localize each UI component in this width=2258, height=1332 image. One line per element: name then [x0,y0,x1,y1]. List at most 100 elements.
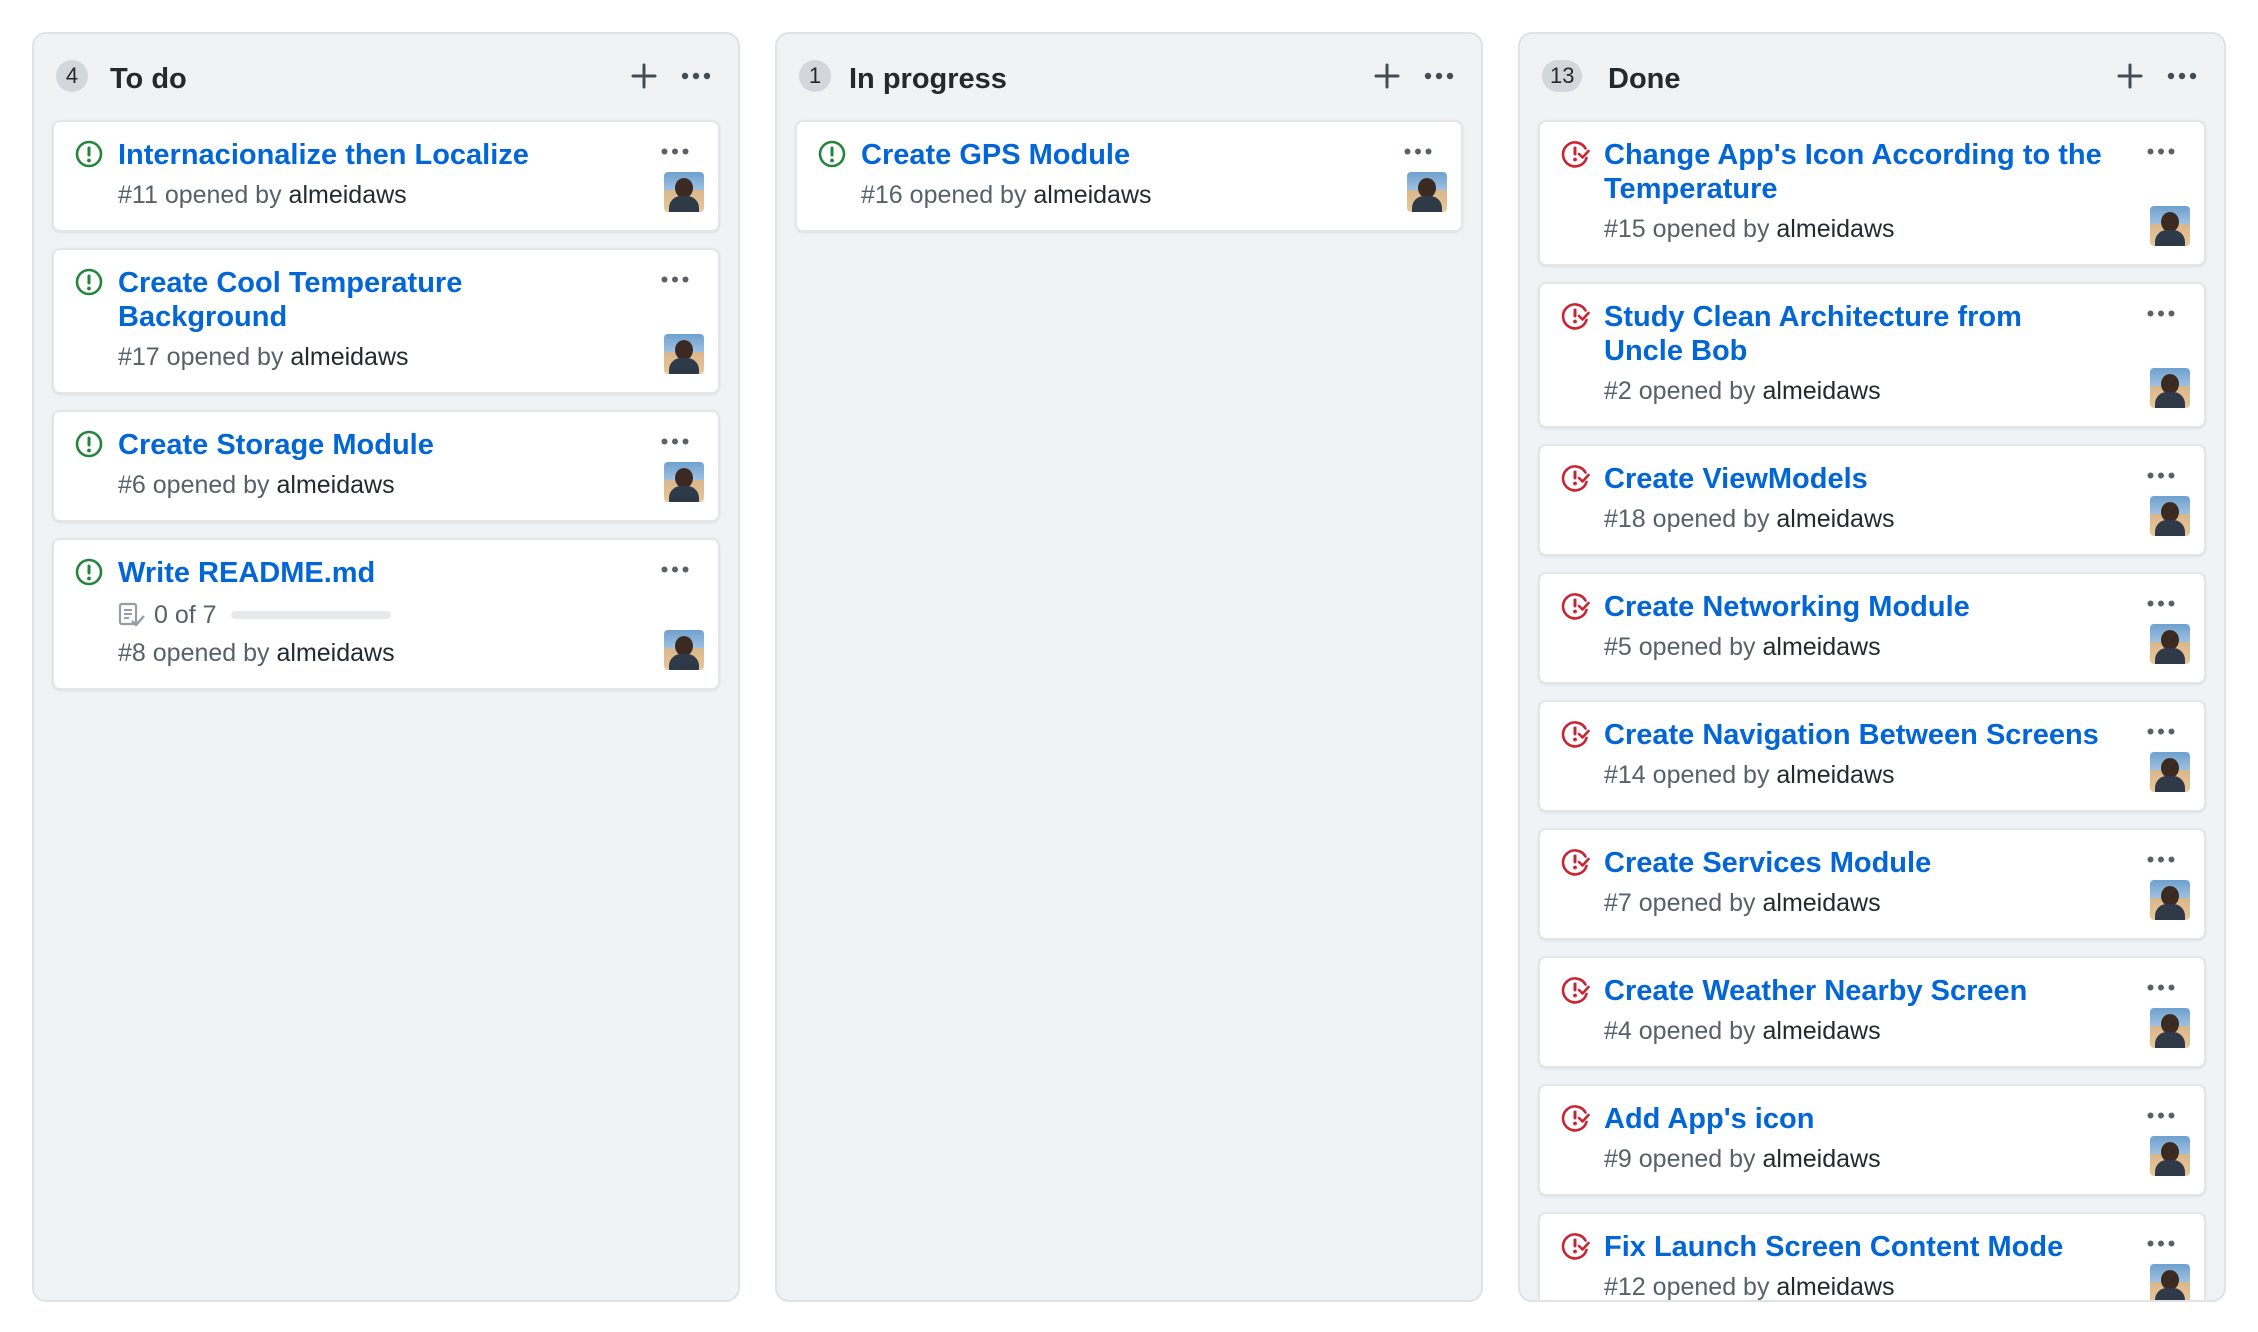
issue-title-link[interactable]: Create Networking Module [1604,590,2104,624]
avatar[interactable] [2150,880,2190,920]
author-link[interactable]: almeidaws [277,471,395,499]
avatar[interactable] [2150,368,2190,408]
column-menu-button[interactable] [678,58,714,94]
issue-title-link[interactable]: Create Weather Nearby Screen [1604,974,2104,1008]
avatar[interactable] [2150,206,2190,246]
avatar[interactable] [2150,1008,2190,1048]
author-link[interactable]: almeidaws [1776,505,1894,533]
card-menu-button[interactable] [2144,720,2178,742]
author-link[interactable]: almeidaws [1763,377,1881,405]
avatar[interactable] [2150,1136,2190,1176]
opened-by-text: opened by [1638,633,1756,661]
add-card-button[interactable] [2112,58,2148,94]
card-menu-button[interactable] [2144,140,2178,162]
issue-card[interactable]: Study Clean Architecture from Uncle Bob … [1538,282,2206,428]
issue-card[interactable]: Internacionalize then Localize #11 opene… [52,120,720,232]
issue-meta: #17 opened by almeidaws [118,342,618,372]
issue-number: #17 [118,343,160,371]
issue-title-link[interactable]: Study Clean Architecture from Uncle Bob [1604,300,2104,368]
issue-card[interactable]: Create ViewModels #18 opened by almeidaw… [1538,444,2206,556]
card-menu-button[interactable] [2144,976,2178,998]
author-link[interactable]: almeidaws [1776,761,1894,789]
kebab-horizontal-icon [681,72,711,80]
issue-meta: #12 opened by almeidaws [1604,1272,2104,1300]
card-menu-button[interactable] [658,268,692,290]
author-link[interactable]: almeidaws [1776,215,1894,243]
avatar[interactable] [664,334,704,374]
issue-card[interactable]: Create Services Module #7 opened by alme… [1538,828,2206,940]
card-menu-button[interactable] [2144,592,2178,614]
issue-opened-icon [75,430,103,458]
author-link[interactable]: almeidaws [1763,1145,1881,1173]
opened-by-text: opened by [152,639,270,667]
issue-title-link[interactable]: Change App's Icon According to the Tempe… [1604,138,2104,206]
card-menu-button[interactable] [2144,1104,2178,1126]
issue-title-link[interactable]: Create Navigation Between Screens [1604,718,2104,752]
card-menu-button[interactable] [2144,1232,2178,1254]
author-link[interactable]: almeidaws [1763,1017,1881,1045]
issue-title-link[interactable]: Create GPS Module [861,138,1361,172]
card-menu-button[interactable] [2144,464,2178,486]
issue-title-link[interactable]: Create ViewModels [1604,462,2104,496]
issue-card[interactable]: Change App's Icon According to the Tempe… [1538,120,2206,266]
author-link[interactable]: almeidaws [290,343,408,371]
author-link[interactable]: almeidaws [1033,181,1151,209]
issue-title-link[interactable]: Add App's icon [1604,1102,2104,1136]
avatar[interactable] [2150,624,2190,664]
issue-title-link[interactable]: Create Services Module [1604,846,2104,880]
issue-title-link[interactable]: Internacionalize then Localize [118,138,618,172]
kebab-horizontal-icon [2147,728,2175,734]
issue-title-link[interactable]: Create Storage Module [118,428,618,462]
issue-title-link[interactable]: Fix Launch Screen Content Mode [1604,1230,2104,1264]
avatar[interactable] [664,172,704,212]
column-menu-button[interactable] [2164,58,2200,94]
author-link[interactable]: almeidaws [1763,889,1881,917]
author-link[interactable]: almeidaws [1763,633,1881,661]
issue-card[interactable]: Write README.md 0 of 7 #8 opened by alme… [52,538,720,690]
issue-card[interactable]: Create Storage Module #6 opened by almei… [52,410,720,522]
issue-meta: #9 opened by almeidaws [1604,1144,2104,1174]
kebab-horizontal-icon [661,566,689,572]
author-link[interactable]: almeidaws [1776,1273,1894,1300]
card-list: Change App's Icon According to the Tempe… [1520,120,2224,1300]
author-link[interactable]: almeidaws [277,639,395,667]
card-menu-button[interactable] [658,430,692,452]
issue-number: #9 [1604,1145,1632,1173]
kebab-horizontal-icon [1424,72,1454,80]
author-link[interactable]: almeidaws [289,181,407,209]
card-menu-button[interactable] [2144,302,2178,324]
card-menu-button[interactable] [2144,848,2178,870]
issue-opened-icon [75,140,103,168]
issue-card[interactable]: Fix Launch Screen Content Mode #12 opene… [1538,1212,2206,1300]
issue-card[interactable]: Create GPS Module #16 opened by almeidaw… [795,120,1463,232]
column-menu-button[interactable] [1421,58,1457,94]
add-card-button[interactable] [1369,58,1405,94]
avatar[interactable] [1407,172,1447,212]
issue-opened-icon [818,140,846,168]
issue-number: #2 [1604,377,1632,405]
issue-card[interactable]: Create Cool Temperature Background #17 o… [52,248,720,394]
checklist-count: 0 of 7 [154,600,217,629]
issue-title-link[interactable]: Write README.md [118,556,618,590]
issue-card[interactable]: Create Weather Nearby Screen #4 opened b… [1538,956,2206,1068]
issue-card[interactable]: Create Networking Module #5 opened by al… [1538,572,2206,684]
issue-number: #5 [1604,633,1632,661]
issue-title-link[interactable]: Create Cool Temperature Background [118,266,618,334]
avatar[interactable] [664,630,704,670]
avatar[interactable] [2150,752,2190,792]
kebab-horizontal-icon [2147,472,2175,478]
add-card-button[interactable] [626,58,662,94]
avatar[interactable] [2150,496,2190,536]
issue-meta: #8 opened by almeidaws [118,638,618,668]
issue-card[interactable]: Add App's icon #9 opened by almeidaws [1538,1084,2206,1196]
issue-card[interactable]: Create Navigation Between Screens #14 op… [1538,700,2206,812]
card-menu-button[interactable] [658,558,692,580]
avatar[interactable] [2150,1264,2190,1300]
issue-closed-icon [1561,1105,1590,1132]
issue-number: #14 [1604,761,1646,789]
kebab-horizontal-icon [661,276,689,282]
card-menu-button[interactable] [1401,140,1435,162]
avatar[interactable] [664,462,704,502]
opened-by-text: opened by [1652,505,1770,533]
card-menu-button[interactable] [658,140,692,162]
